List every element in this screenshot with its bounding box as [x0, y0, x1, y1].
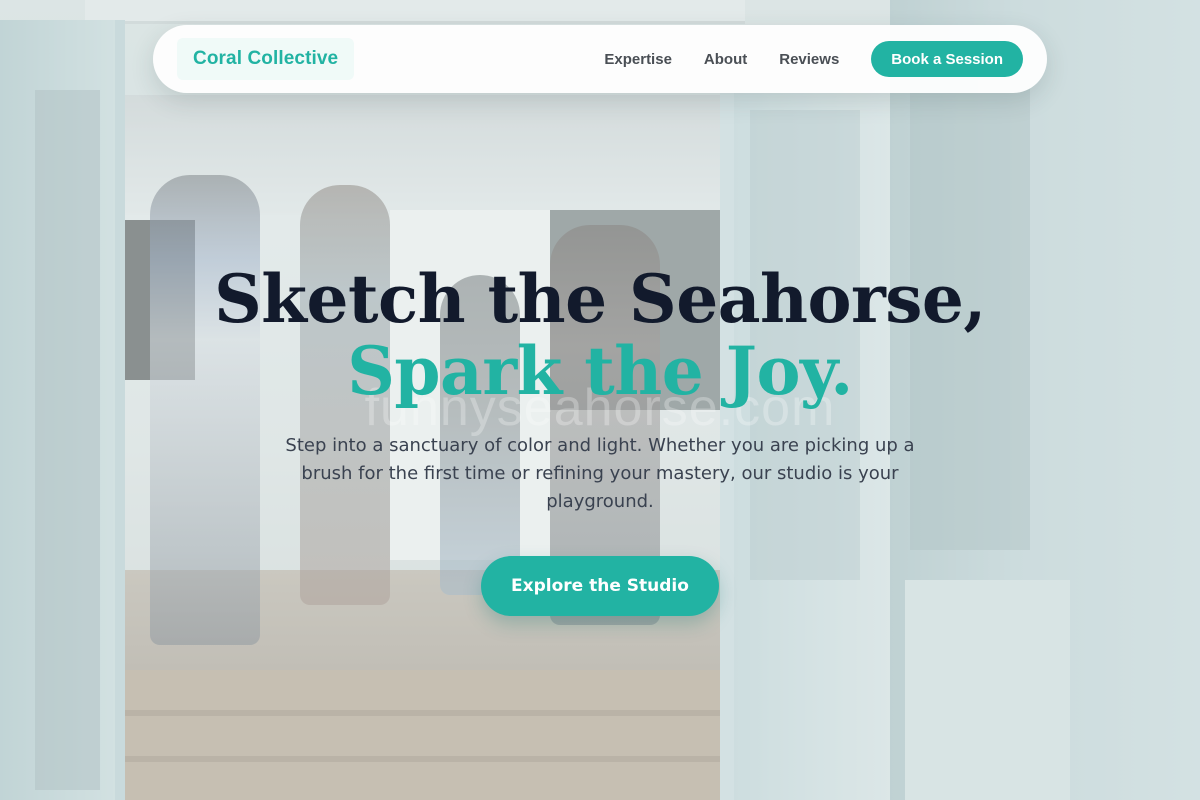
brand-logo[interactable]: Coral Collective [177, 38, 355, 80]
hero-headline: Sketch the Seahorse, [214, 260, 986, 338]
hero-headline-accent: Spark the Joy. [347, 332, 853, 410]
explore-studio-button[interactable]: Explore the Studio [481, 556, 719, 616]
hero-section: Sketch the Seahorse, Spark the Joy. Step… [0, 262, 1200, 516]
top-navigation: Coral Collective Expertise About Reviews… [153, 25, 1047, 93]
hero-subtext: Step into a sanctuary of color and light… [285, 435, 915, 512]
nav-link-reviews[interactable]: Reviews [779, 51, 839, 68]
nav-link-expertise[interactable]: Expertise [604, 51, 672, 68]
book-session-button[interactable]: Book a Session [871, 41, 1023, 77]
nav-link-about[interactable]: About [704, 51, 747, 68]
nav-links: Expertise About Reviews Book a Session [604, 41, 1023, 77]
